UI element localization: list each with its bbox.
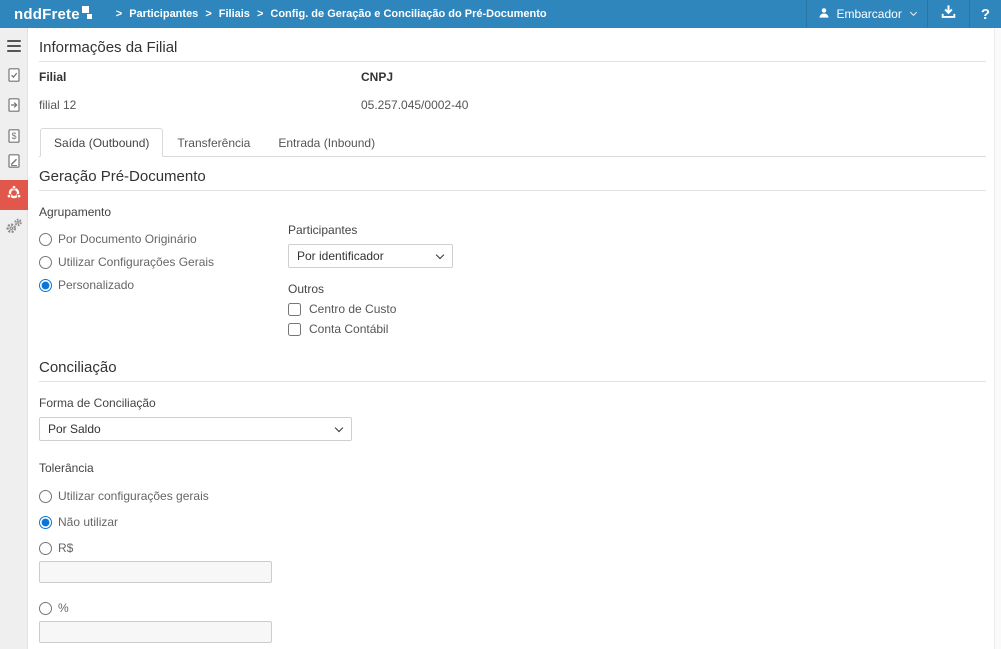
user-menu-embarcador[interactable]: Embarcador	[806, 0, 926, 28]
sidebar-item-settings[interactable]	[0, 216, 28, 240]
document-dollar-icon: $	[6, 128, 22, 149]
tolerancia-percentual-input[interactable]	[39, 621, 272, 643]
user-icon	[818, 7, 830, 22]
radio-label: Não utilizar	[58, 515, 118, 529]
conciliacao-section-title: Conciliação	[39, 360, 986, 382]
tolerancia-reais-input[interactable]	[39, 561, 272, 583]
top-header-bar: nddFrete > Participantes > Filiais > Con…	[0, 0, 1001, 28]
filial-info-fields: Filial filial 12 CNPJ 05.257.045/0002-40	[39, 70, 986, 112]
chevron-down-icon	[910, 9, 917, 16]
radio-label: Por Documento Originário	[58, 232, 197, 246]
page-title: Informações da Filial	[39, 40, 986, 62]
chevron-right-icon: >	[257, 8, 263, 20]
tolerancia-label: Tolerância	[39, 461, 986, 475]
radio-input[interactable]	[39, 256, 52, 269]
filial-value: filial 12	[39, 98, 361, 112]
direction-tabs: Saída (Outbound) Transferência Entrada (…	[39, 128, 986, 157]
svg-text:$: $	[11, 131, 16, 141]
share-network-icon	[6, 185, 22, 206]
chevron-right-icon: >	[116, 8, 122, 20]
tab-entrada-inbound[interactable]: Entrada (Inbound)	[264, 128, 389, 157]
filial-field: Filial filial 12	[39, 70, 361, 112]
document-arrow-icon	[6, 97, 22, 118]
breadcrumb-filiais[interactable]: Filiais	[219, 8, 250, 20]
hamburger-menu-icon	[7, 40, 21, 53]
app-window: nddFrete > Participantes > Filiais > Con…	[0, 0, 1001, 649]
document-check-icon	[6, 67, 22, 88]
cnpj-field: CNPJ 05.257.045/0002-40	[361, 70, 683, 112]
radio-por-documento-originario[interactable]: Por Documento Originário	[39, 232, 288, 246]
radio-personalizado[interactable]: Personalizado	[39, 278, 288, 292]
gears-icon	[5, 217, 23, 240]
participantes-select[interactable]: Por identificador	[288, 244, 453, 268]
left-sidebar: $	[0, 28, 28, 649]
sidebar-item-participants-active[interactable]	[0, 180, 28, 210]
forma-conciliacao-label: Forma de Conciliação	[39, 396, 986, 410]
help-button[interactable]: ?	[969, 0, 1001, 28]
pre-document-section-title: Geração Pré-Documento	[39, 169, 986, 191]
tab-transferencia[interactable]: Transferência	[163, 128, 264, 157]
agrupamento-columns: Por Documento Originário Utilizar Config…	[39, 223, 986, 336]
cnpj-value: 05.257.045/0002-40	[361, 98, 683, 112]
sidebar-item-document-check[interactable]	[0, 66, 28, 88]
participantes-select-wrap: Por identificador	[288, 244, 453, 268]
document-edit-icon	[6, 153, 22, 174]
ndd-frete-logo[interactable]: nddFrete	[14, 6, 93, 23]
sidebar-item-document-edit[interactable]	[0, 152, 28, 174]
agrupamento-label: Agrupamento	[39, 205, 986, 219]
radio-input[interactable]	[39, 490, 52, 503]
forma-conciliacao-select[interactable]: Por Saldo	[39, 417, 352, 441]
checkbox-label: Centro de Custo	[309, 302, 396, 316]
logo-text: nddFrete	[14, 6, 80, 23]
header-actions: Embarcador ?	[806, 0, 1001, 28]
user-menu-label: Embarcador	[836, 7, 901, 21]
radio-input[interactable]	[39, 542, 52, 555]
sidebar-item-document-billing[interactable]: $	[0, 128, 28, 148]
radio-nao-utilizar[interactable]: Não utilizar	[39, 515, 986, 529]
radio-label: R$	[58, 541, 73, 555]
radio-input[interactable]	[39, 233, 52, 246]
menu-toggle-button[interactable]	[0, 36, 28, 56]
radio-utilizar-configuracoes-gerais[interactable]: Utilizar Configurações Gerais	[39, 255, 288, 269]
sidebar-item-document-outbound[interactable]	[0, 96, 28, 118]
download-button[interactable]	[927, 0, 969, 28]
radio-label: Utilizar configurações gerais	[58, 489, 209, 503]
chevron-right-icon: >	[205, 8, 211, 20]
breadcrumb: > Participantes > Filiais > Config. de G…	[109, 8, 547, 20]
vertical-scrollbar[interactable]	[994, 28, 1001, 649]
cnpj-label: CNPJ	[361, 70, 683, 84]
participantes-label: Participantes	[288, 223, 453, 237]
checkbox-label: Conta Contábil	[309, 322, 388, 336]
breadcrumb-participantes[interactable]: Participantes	[129, 8, 198, 20]
radio-tolerancia-configuracoes-gerais[interactable]: Utilizar configurações gerais	[39, 489, 986, 503]
radio-input[interactable]	[39, 602, 52, 615]
breadcrumb-config-geracao[interactable]: Config. de Geração e Conciliação do Pré-…	[270, 8, 546, 20]
participantes-outros-column: Participantes Por identificador Outros C…	[288, 223, 453, 336]
filial-label: Filial	[39, 70, 361, 84]
logo-squares-icon	[82, 6, 93, 19]
radio-label: Personalizado	[58, 278, 134, 292]
radio-tolerancia-percentual[interactable]: %	[39, 601, 986, 615]
radio-tolerancia-reais[interactable]: R$	[39, 541, 986, 555]
radio-input[interactable]	[39, 279, 52, 292]
question-mark-icon: ?	[981, 6, 990, 23]
agrupamento-options: Por Documento Originário Utilizar Config…	[39, 223, 288, 336]
tab-saida-outbound[interactable]: Saída (Outbound)	[40, 128, 163, 157]
main-content: Informações da Filial Filial filial 12 C…	[29, 28, 1001, 649]
checkbox-centro-de-custo[interactable]: Centro de Custo	[288, 302, 453, 316]
forma-conciliacao-select-wrap: Por Saldo	[39, 417, 352, 441]
download-icon	[941, 4, 956, 24]
checkbox-conta-contabil[interactable]: Conta Contábil	[288, 322, 453, 336]
checkbox-input[interactable]	[288, 323, 301, 336]
radio-label: %	[58, 601, 69, 615]
checkbox-input[interactable]	[288, 303, 301, 316]
radio-label: Utilizar Configurações Gerais	[58, 255, 214, 269]
radio-input[interactable]	[39, 516, 52, 529]
outros-label: Outros	[288, 282, 453, 296]
